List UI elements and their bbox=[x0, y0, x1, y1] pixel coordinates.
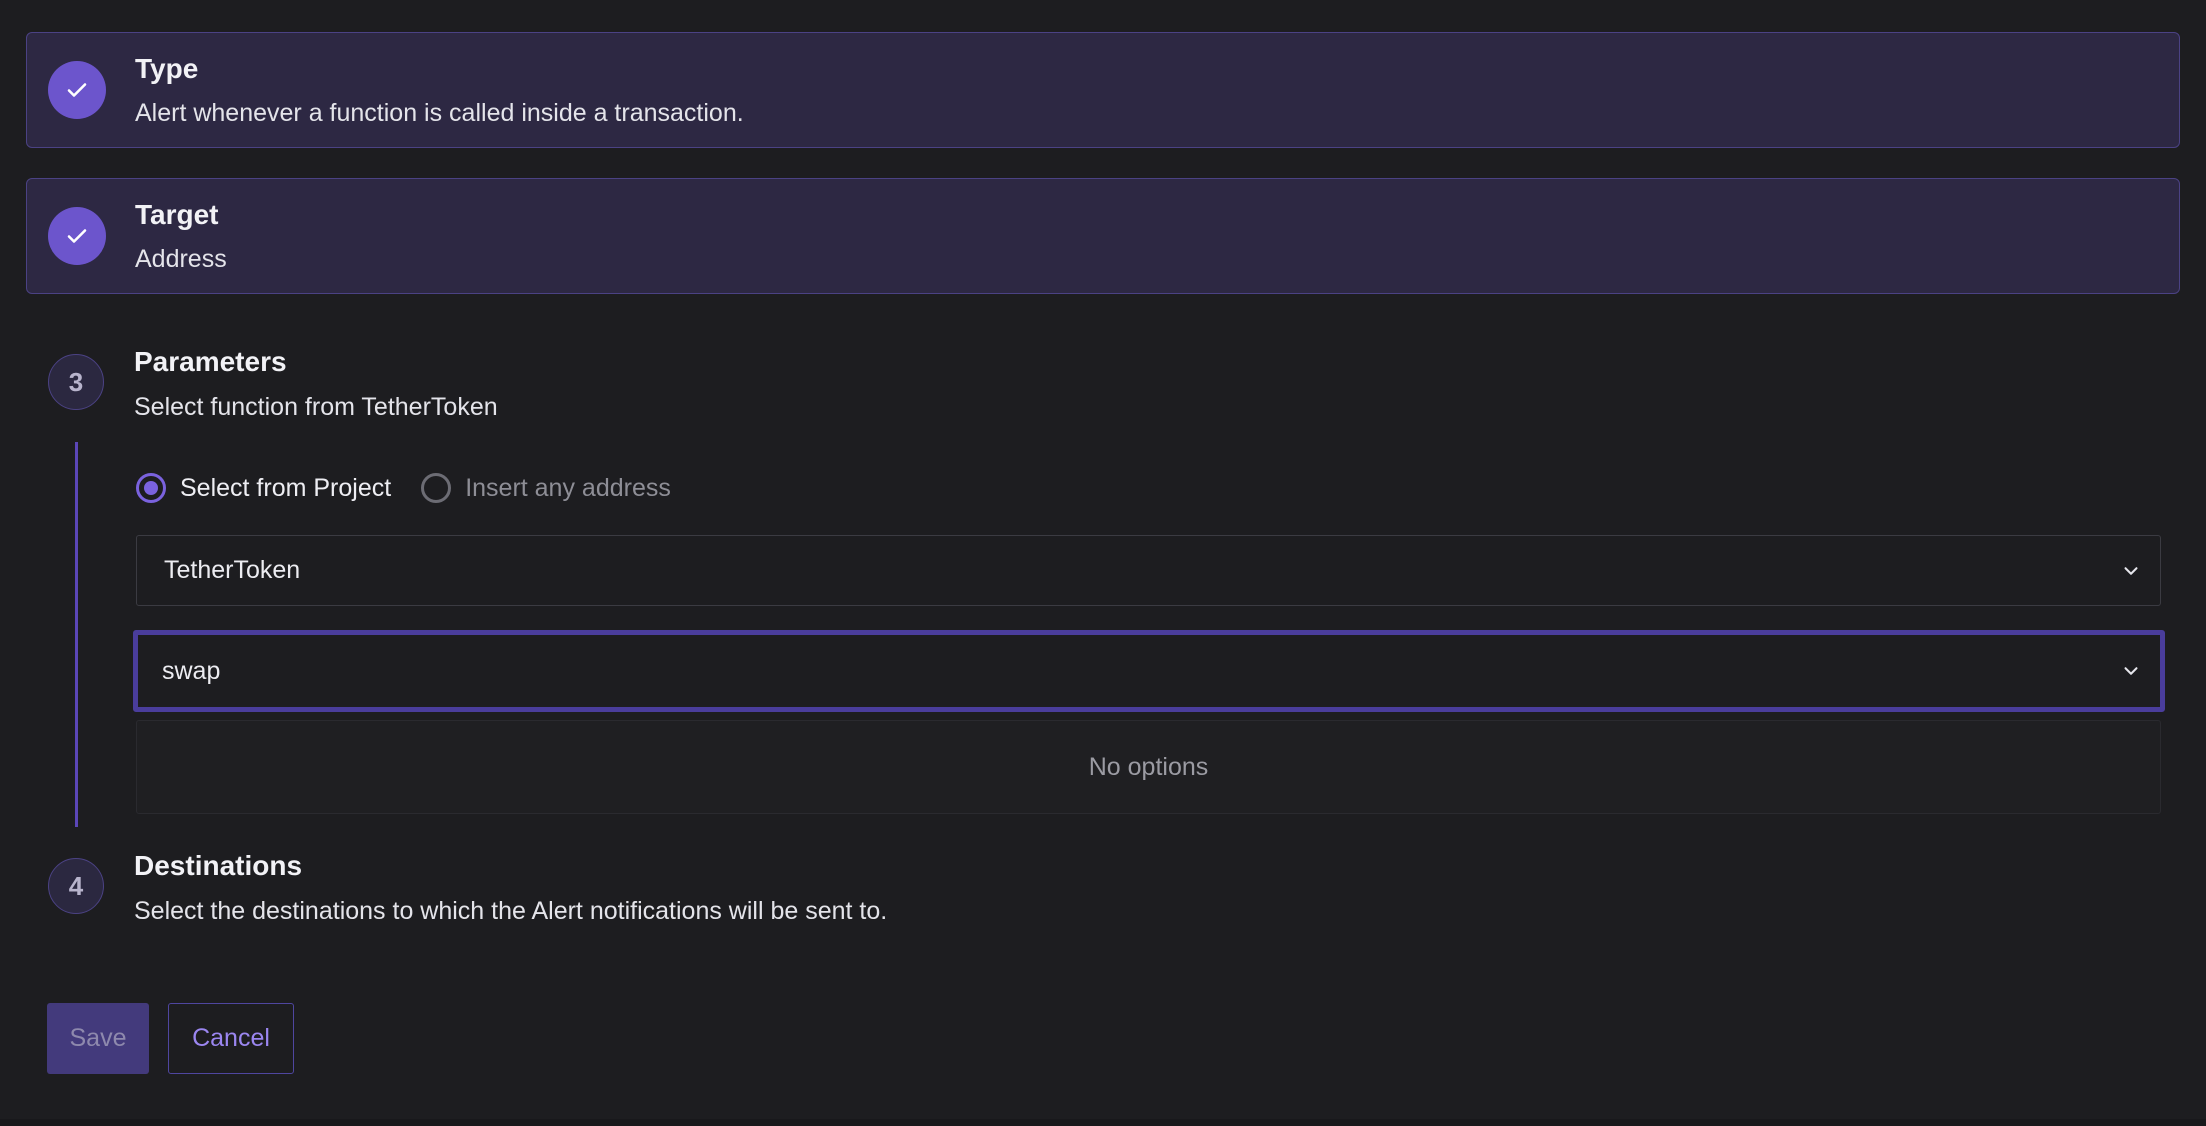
step-parameters-number: 3 bbox=[48, 354, 104, 410]
step-destinations-number: 4 bbox=[48, 858, 104, 914]
no-options-text: No options bbox=[1088, 752, 1209, 781]
step-parameters-subtitle: Select function from TetherToken bbox=[134, 393, 498, 421]
contract-select-value: TetherToken bbox=[164, 556, 301, 584]
step-target-subtitle: Address bbox=[135, 245, 227, 273]
radio-select-from-project[interactable] bbox=[136, 473, 166, 503]
save-button[interactable]: Save bbox=[47, 1003, 149, 1074]
step-parameters-title: Parameters bbox=[134, 346, 287, 377]
page-bottom-edge bbox=[0, 1119, 2206, 1126]
step-target-card[interactable]: Target Address bbox=[26, 178, 2180, 294]
step-target-title: Target bbox=[135, 199, 219, 230]
function-dropdown-menu: No options bbox=[136, 720, 2161, 814]
chevron-down-icon bbox=[2124, 667, 2138, 675]
cancel-button[interactable]: Cancel bbox=[168, 1003, 294, 1074]
radio-insert-any-address[interactable] bbox=[421, 473, 452, 503]
check-icon bbox=[48, 207, 106, 265]
step-type-title: Type bbox=[135, 53, 199, 84]
source-radio-group: Select from Project Insert any address bbox=[136, 470, 671, 506]
function-select-value: swap bbox=[162, 656, 221, 685]
step-type-card[interactable]: Type Alert whenever a function is called… bbox=[26, 32, 2180, 148]
radio-insert-any-address-label[interactable]: Insert any address bbox=[465, 474, 671, 503]
chevron-down-icon bbox=[2124, 566, 2138, 575]
radio-select-from-project-label[interactable]: Select from Project bbox=[180, 474, 391, 503]
step-destinations-subtitle: Select the destinations to which the Ale… bbox=[134, 897, 888, 925]
step-destinations-title: Destinations bbox=[134, 850, 303, 881]
check-icon bbox=[48, 61, 106, 119]
step-connector-line bbox=[75, 442, 78, 827]
function-select[interactable]: swap bbox=[133, 630, 2165, 712]
step-type-subtitle: Alert whenever a function is called insi… bbox=[135, 99, 744, 127]
contract-select[interactable]: TetherToken bbox=[136, 535, 2161, 606]
